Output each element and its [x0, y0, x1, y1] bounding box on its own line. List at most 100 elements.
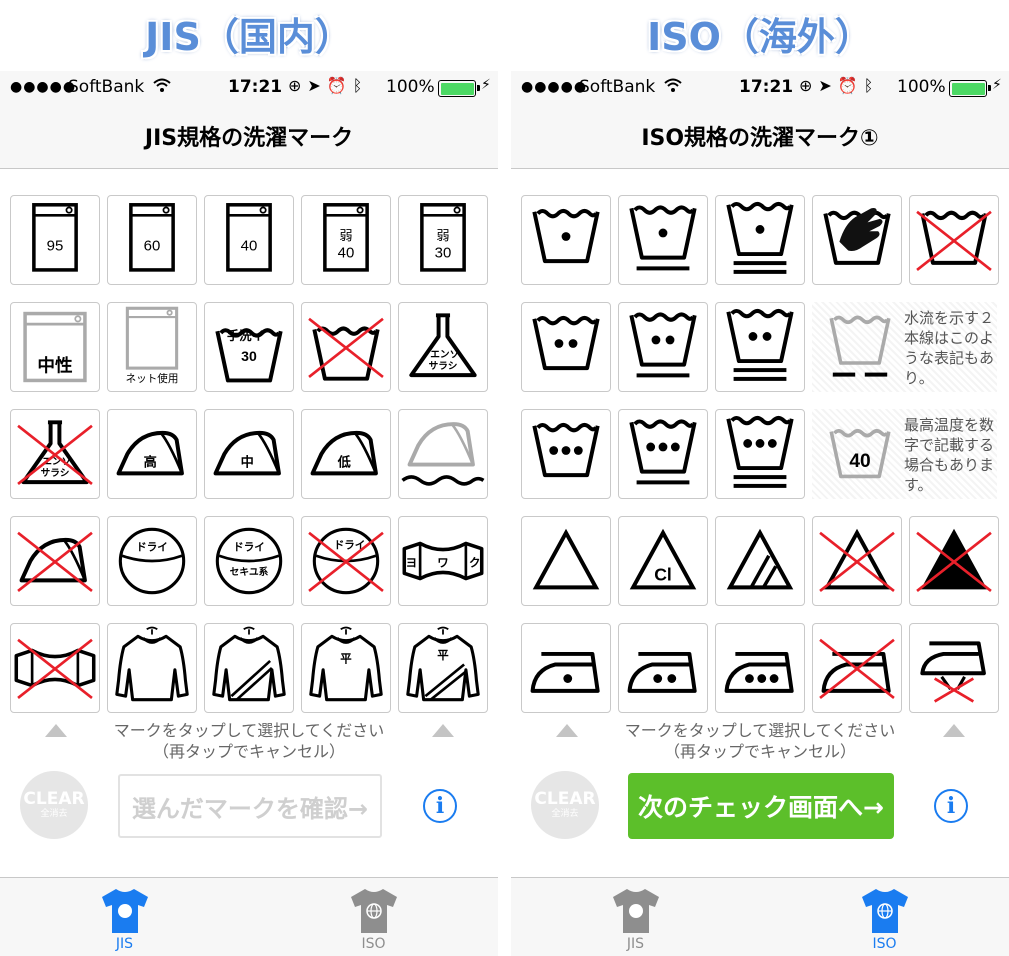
carrier-name: SoftBank [579, 77, 656, 97]
mark-flat-dry[interactable]: 平 [301, 623, 391, 713]
mark-label: 弱 [436, 229, 449, 244]
mark-wash-40[interactable]: 40 [204, 195, 294, 285]
mark-label: サラシ [41, 467, 70, 479]
mark-label: 40 [338, 245, 355, 262]
mark-no-iron[interactable] [812, 623, 902, 713]
mark-no-dry-clean[interactable]: ドライ [301, 516, 391, 606]
note-double-line: 水流を示す２本線はこのような表記もあり。 [812, 302, 997, 392]
mark-wash-weak-40[interactable]: 弱 40 [301, 195, 391, 285]
mark-iron-cloth[interactable] [398, 409, 488, 499]
mark-wash-3dot-bar[interactable] [618, 409, 708, 499]
scroll-up-arrow-icon[interactable] [943, 724, 965, 737]
scroll-up-arrow-icon[interactable] [432, 724, 454, 737]
mark-hand-wash[interactable] [812, 195, 902, 285]
mark-hang-dry-shade[interactable] [204, 623, 294, 713]
info-button[interactable]: i [423, 789, 457, 823]
mark-chlorine-bleach[interactable]: エンソ サラシ [398, 302, 488, 392]
mark-iron-low[interactable]: 低 [301, 409, 391, 499]
mark-wash-3dot[interactable] [521, 409, 611, 499]
mark-iron-medium[interactable]: 中 [204, 409, 294, 499]
mark-label: ネット使用 [126, 372, 179, 385]
battery-percent: 100% [386, 77, 435, 97]
instruction-text: マークをタップして選択してください （再タップでキャンセル） [113, 721, 385, 761]
mark-wash-2dot[interactable] [521, 302, 611, 392]
scroll-up-arrow-icon[interactable] [45, 724, 67, 737]
mark-hang-dry[interactable] [107, 623, 197, 713]
jis-phone-screen: ●●●●● SoftBank 17:21 ⊕ ➤ ⏰ ᛒ 100% ⚡ JIS規… [0, 71, 498, 956]
location-arrow-icon: ➤ [307, 76, 321, 95]
mark-wash-net[interactable]: ネット使用 [107, 302, 197, 392]
mark-no-wring[interactable] [10, 623, 100, 713]
iso-phone-screen: ●●●●● SoftBank 17:21 ⊕ ➤ ⏰ ᛒ 100% ⚡ ISO規… [511, 71, 1009, 956]
rotation-lock-icon: ⊕ [288, 76, 302, 95]
clear-button[interactable]: CLEAR 全消去 [20, 771, 88, 839]
mark-no-wash[interactable] [909, 195, 999, 285]
mark-wash-60[interactable]: 60 [107, 195, 197, 285]
mark-wash-1dot-bar[interactable] [618, 195, 708, 285]
mark-dry-clean-petroleum[interactable]: ドライ セキユ系 [204, 516, 294, 606]
mark-label: 手洗イ [227, 328, 264, 343]
mark-flat-dry-shade[interactable]: 平 [398, 623, 488, 713]
iso-heading: ISO（海外） [647, 14, 873, 59]
mark-iron-1dot[interactable] [521, 623, 611, 713]
mark-iron-high[interactable]: 高 [107, 409, 197, 499]
tab-bar: JIS ISO [511, 877, 1009, 956]
mark-no-bleach-filled[interactable] [909, 516, 999, 606]
signal-dots: ●●●●● [521, 79, 588, 95]
alarm-icon: ⏰ [326, 76, 347, 95]
status-bar: ●●●●● SoftBank 17:21 ⊕ ➤ ⏰ ᛒ 100% ⚡ [0, 71, 498, 103]
mark-no-wash[interactable] [301, 302, 391, 392]
tab-jis[interactable]: JIS [511, 878, 760, 956]
mark-iron-3dot[interactable] [715, 623, 805, 713]
mark-wash-1dot-2bar[interactable] [715, 195, 805, 285]
mark-label: 40 [849, 451, 870, 472]
mark-wash-95[interactable]: 95 [10, 195, 100, 285]
charging-bolt-icon: ⚡ [992, 77, 1002, 93]
location-arrow-icon: ➤ [818, 76, 832, 95]
jis-mark-grid: 95 60 40 弱 40 弱 30 中性 ネット使用 手洗イ 30 エンソ サ… [10, 195, 488, 715]
mark-no-steam[interactable] [909, 623, 999, 713]
mark-label: 平 [340, 652, 352, 666]
mark-label: 弱 [339, 229, 352, 244]
tshirt-globe-icon [861, 889, 908, 933]
mark-label: ク [469, 555, 480, 569]
mark-label: 60 [144, 238, 161, 255]
wifi-icon [152, 76, 172, 99]
mark-wash-3dot-2bar[interactable] [715, 409, 805, 499]
mark-wash-2dot-2bar[interactable] [715, 302, 805, 392]
info-button[interactable]: i [934, 789, 968, 823]
next-check-screen-button[interactable]: 次のチェック画面へ→ [628, 773, 894, 839]
mark-wash-1dot[interactable] [521, 195, 611, 285]
tab-iso[interactable]: ISO [249, 878, 498, 956]
clock-time: 17:21 [228, 77, 283, 97]
bluetooth-icon: ᛒ [352, 76, 363, 95]
mark-hand-wash-30[interactable]: 手洗イ 30 [204, 302, 294, 392]
confirm-marks-button[interactable]: 選んだマークを確認→ [118, 774, 382, 838]
mark-label: Cl [654, 564, 672, 584]
clear-button[interactable]: CLEAR 全消去 [531, 771, 599, 839]
tab-jis[interactable]: JIS [0, 878, 249, 956]
mark-label: セキユ系 [230, 565, 269, 578]
mark-no-chlorine-bleach[interactable]: エンソ サラシ [10, 409, 100, 499]
mark-iron-2dot[interactable] [618, 623, 708, 713]
mark-no-bleach[interactable] [812, 516, 902, 606]
mark-label: 30 [241, 348, 257, 364]
charging-bolt-icon: ⚡ [481, 77, 491, 93]
mark-wring-weak[interactable]: ヨ ワ ク [398, 516, 488, 606]
mark-dry-clean[interactable]: ドライ [107, 516, 197, 606]
mark-wash-2dot-bar[interactable] [618, 302, 708, 392]
mark-label: エンソ [430, 350, 459, 361]
mark-bleach-chlorine[interactable]: Cl [618, 516, 708, 606]
mark-no-iron[interactable] [10, 516, 100, 606]
jis-heading: JIS（国内） [145, 14, 353, 59]
scroll-up-arrow-icon[interactable] [556, 724, 578, 737]
mark-label: 平 [437, 648, 449, 662]
rotation-lock-icon: ⊕ [799, 76, 813, 95]
note-max-temperature: 40 最高温度を数字で記載する場合もあります。 [812, 409, 997, 499]
mark-bleach-oxygen[interactable] [715, 516, 805, 606]
mark-label: サラシ [429, 360, 458, 372]
mark-bleach-any[interactable] [521, 516, 611, 606]
mark-wash-weak-30[interactable]: 弱 30 [398, 195, 488, 285]
mark-wash-neutral[interactable]: 中性 [10, 302, 100, 392]
tab-iso[interactable]: ISO [760, 878, 1009, 956]
